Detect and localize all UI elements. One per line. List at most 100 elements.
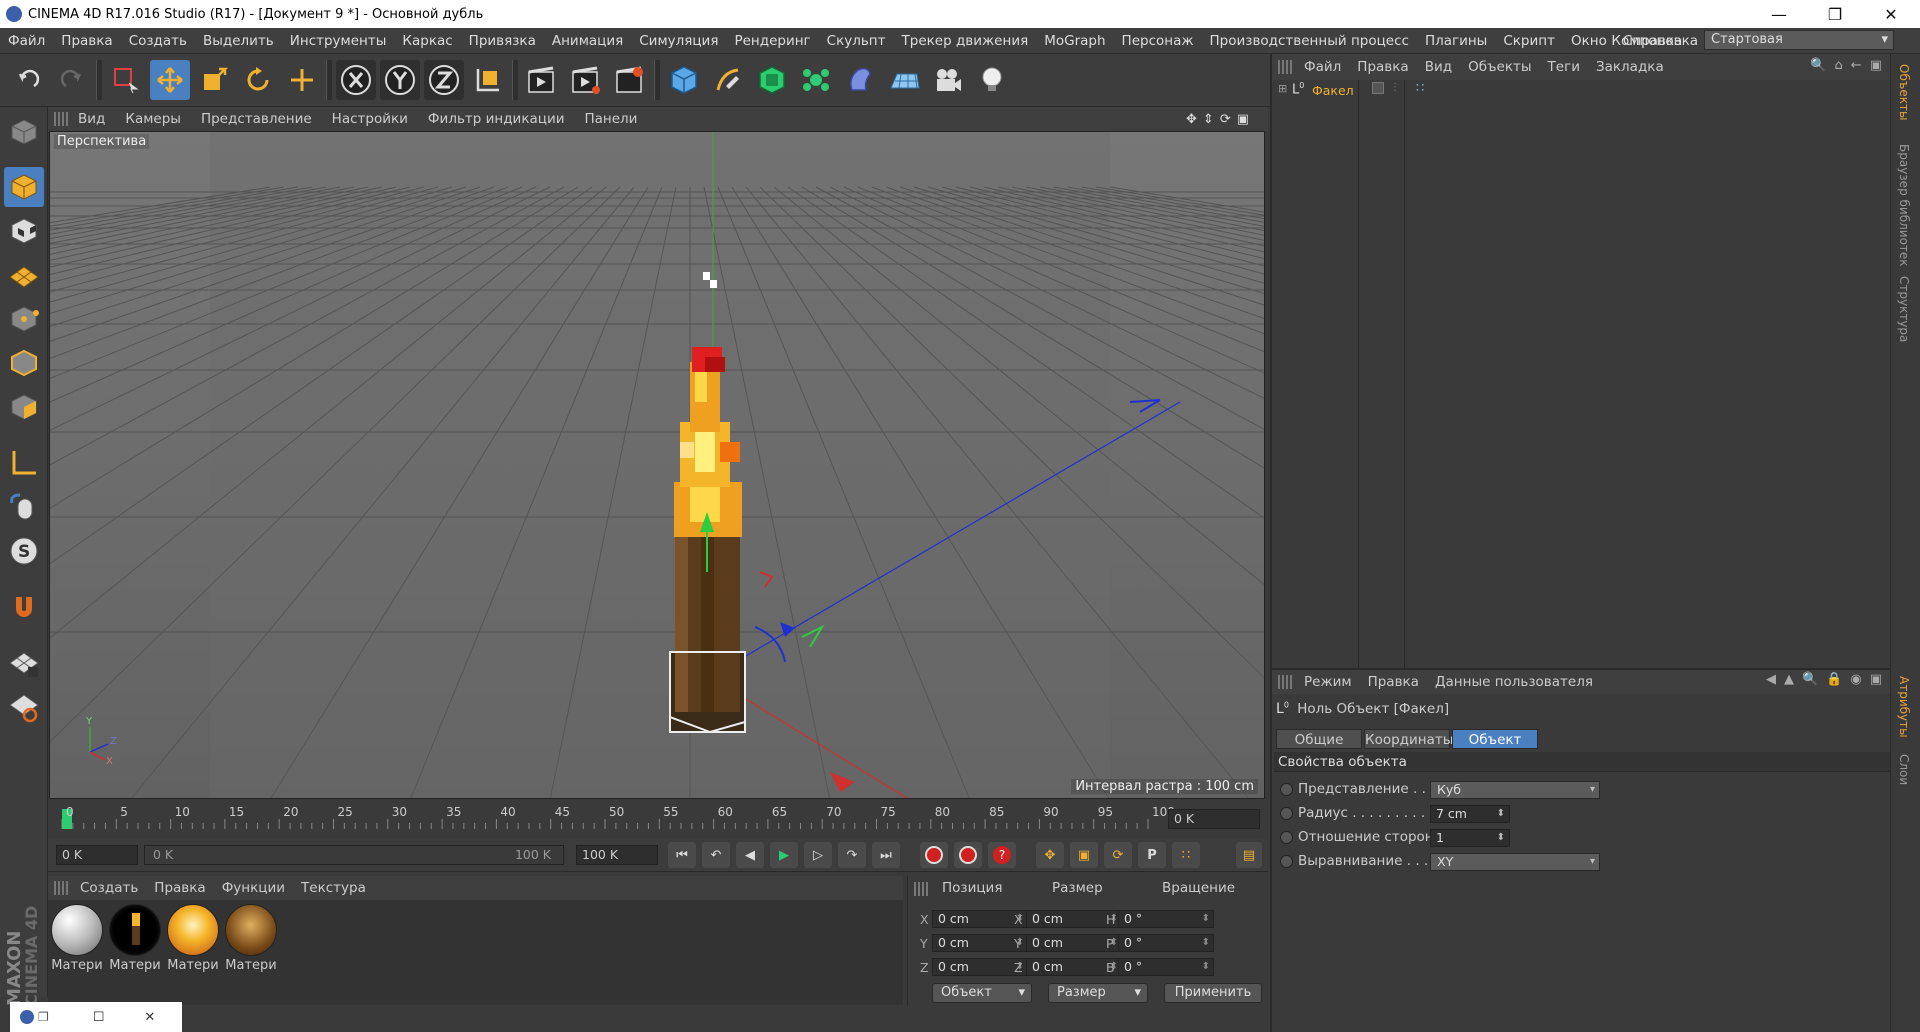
floor-button[interactable] (884, 60, 924, 100)
target-icon[interactable]: ◉ (1850, 672, 1861, 687)
start-frame-field[interactable]: 0 K (56, 845, 138, 865)
end-frame-field[interactable]: 100 K (576, 845, 658, 865)
material-menu-item-0[interactable]: Создать (72, 880, 146, 896)
menu-item-0[interactable]: Файл (0, 33, 53, 49)
key-scale-button[interactable]: ▣ (1070, 842, 1098, 868)
animate-radio[interactable] (1280, 855, 1293, 868)
render-dot-icon[interactable]: ⋮ (1390, 82, 1400, 93)
record-keys-button[interactable] (920, 842, 948, 868)
z-axis-lock-button[interactable] (424, 60, 464, 100)
menu-item-1[interactable]: Правка (53, 33, 120, 49)
orbit-icon[interactable]: ⟳ (1220, 112, 1231, 127)
polygons-mode-button[interactable] (4, 387, 44, 427)
property-dropdown[interactable]: Куб ▾ (1430, 781, 1600, 799)
key-parameter-button[interactable]: P (1138, 842, 1166, 868)
make-editable-button[interactable] (4, 112, 44, 152)
viewport-menu-item-1[interactable]: Камеры (115, 111, 191, 127)
object-menu-item-0[interactable]: Файл (1296, 59, 1349, 75)
viewport-menu-item-2[interactable]: Представление (191, 111, 322, 127)
prev-frame-button[interactable]: ◀ (736, 842, 764, 868)
rotation-field[interactable]: 0 ° ⬍ (1118, 910, 1214, 928)
minimize-icon[interactable]: — (1752, 0, 1806, 28)
menu-item-5[interactable]: Каркас (394, 33, 460, 49)
menu-item-12[interactable]: MoGraph (1036, 33, 1113, 49)
rotate-tool-button[interactable] (238, 60, 278, 100)
autokey-button[interactable] (954, 842, 982, 868)
workplane-mode-button[interactable] (4, 255, 44, 295)
material-item[interactable]: Матери (50, 904, 104, 976)
animate-radio[interactable] (1280, 783, 1293, 796)
tab-attributes[interactable]: Атрибуты (1897, 676, 1911, 738)
next-frame-button[interactable]: ▷ (804, 842, 832, 868)
render-settings-button[interactable] (610, 60, 650, 100)
transform-tool-button[interactable] (282, 60, 322, 100)
light-button[interactable] (972, 60, 1012, 100)
object-row[interactable]: ⊞ L0 Факел ⋮ ∷ (1276, 81, 1876, 100)
tab-library-browser[interactable]: Браузер библиотек (1897, 144, 1911, 267)
pan-icon[interactable]: ✥ (1186, 112, 1197, 127)
menu-item-13[interactable]: Персонаж (1114, 33, 1202, 49)
object-name[interactable]: Факел (1312, 83, 1354, 98)
back-arrow-icon[interactable]: ◀ (1766, 672, 1776, 687)
camera-button[interactable] (928, 60, 968, 100)
timeline-window-button[interactable]: ▤ (1236, 842, 1262, 868)
live-selection-button[interactable] (106, 60, 146, 100)
y-axis-lock-button[interactable] (380, 60, 420, 100)
viewport-menu-item-0[interactable]: Вид (68, 111, 115, 127)
prev-keyframe-button[interactable]: ↶ (702, 842, 730, 868)
texture-mode-button[interactable] (4, 211, 44, 251)
rotation-field[interactable]: 0 ° ⬍ (1118, 934, 1214, 952)
animate-radio[interactable] (1280, 831, 1293, 844)
material-item[interactable]: Матери (166, 904, 220, 976)
dolly-icon[interactable]: ⇕ (1203, 112, 1214, 127)
axis-mode-button[interactable] (4, 443, 44, 483)
key-position-button[interactable]: ✥ (1036, 842, 1064, 868)
viewport-perspective[interactable]: Y Z X Перспектива Интервал растра : 100 … (49, 131, 1265, 799)
deformer-button[interactable] (840, 60, 880, 100)
spinner-icon[interactable]: ⬍ (1202, 935, 1210, 951)
viewport-menu-item-4[interactable]: Фильтр индикации (418, 111, 575, 127)
rotation-field[interactable]: 0 ° ⬍ (1118, 958, 1214, 976)
points-mode-button[interactable] (4, 299, 44, 339)
menu-item-11[interactable]: Трекер движения (894, 33, 1037, 49)
render-picture-viewer-button[interactable] (566, 60, 606, 100)
attribute-tab-2[interactable]: Объект (1452, 729, 1538, 749)
menu-item-2[interactable]: Создать (121, 33, 195, 49)
menu-item-15[interactable]: Плагины (1417, 33, 1495, 49)
material-item[interactable]: Матери (224, 904, 278, 976)
material-menu-item-3[interactable]: Текстура (293, 880, 374, 896)
restore-icon[interactable]: ❐ (1808, 0, 1862, 28)
tweak-mode-button[interactable] (4, 487, 44, 527)
menu-item-10[interactable]: Скульпт (819, 33, 894, 49)
attribute-menu-item-0[interactable]: Режим (1296, 674, 1360, 690)
material-item[interactable]: Матери (108, 904, 162, 976)
viewport-menu-item-3[interactable]: Настройки (322, 111, 418, 127)
scale-tool-button[interactable] (194, 60, 234, 100)
attribute-tab-0[interactable]: Общие (1276, 729, 1362, 749)
coordinate-system-button[interactable] (468, 60, 508, 100)
layout-select[interactable]: Стартовая ▾ (1704, 30, 1894, 50)
restore-small-icon[interactable]: ❐ (38, 1010, 49, 1024)
frame-range-slider[interactable]: 0 K 100 K (144, 845, 564, 865)
tag-icon[interactable]: ∷ (1416, 81, 1424, 96)
render-view-button[interactable] (522, 60, 562, 100)
undo-button[interactable] (8, 60, 48, 100)
menu-item-3[interactable]: Выделить (195, 33, 282, 49)
key-rotation-button[interactable]: ⟳ (1104, 842, 1132, 868)
cloner-button[interactable] (796, 60, 836, 100)
menu-item-4[interactable]: Инструменты (282, 33, 395, 49)
subdivision-surface-button[interactable] (752, 60, 792, 100)
back-icon[interactable]: ← (1851, 58, 1862, 73)
object-menu-item-4[interactable]: Теги (1540, 59, 1588, 75)
edges-mode-button[interactable] (4, 343, 44, 383)
current-frame-field[interactable]: 0 K (1168, 809, 1260, 829)
go-to-start-button[interactable]: ⏮ (668, 842, 696, 868)
coordinate-mode-dropdown[interactable]: Объект ▾ (932, 983, 1032, 1003)
object-menu-item-1[interactable]: Правка (1349, 59, 1416, 75)
up-arrow-icon[interactable]: ▲ (1784, 672, 1794, 687)
attribute-tab-1[interactable]: Координаты (1364, 729, 1453, 749)
object-menu-item-5[interactable]: Закладка (1588, 59, 1672, 75)
material-menu-item-2[interactable]: Функции (214, 880, 293, 896)
solo-button[interactable]: S (4, 531, 44, 571)
tab-structure[interactable]: Структура (1897, 276, 1911, 342)
